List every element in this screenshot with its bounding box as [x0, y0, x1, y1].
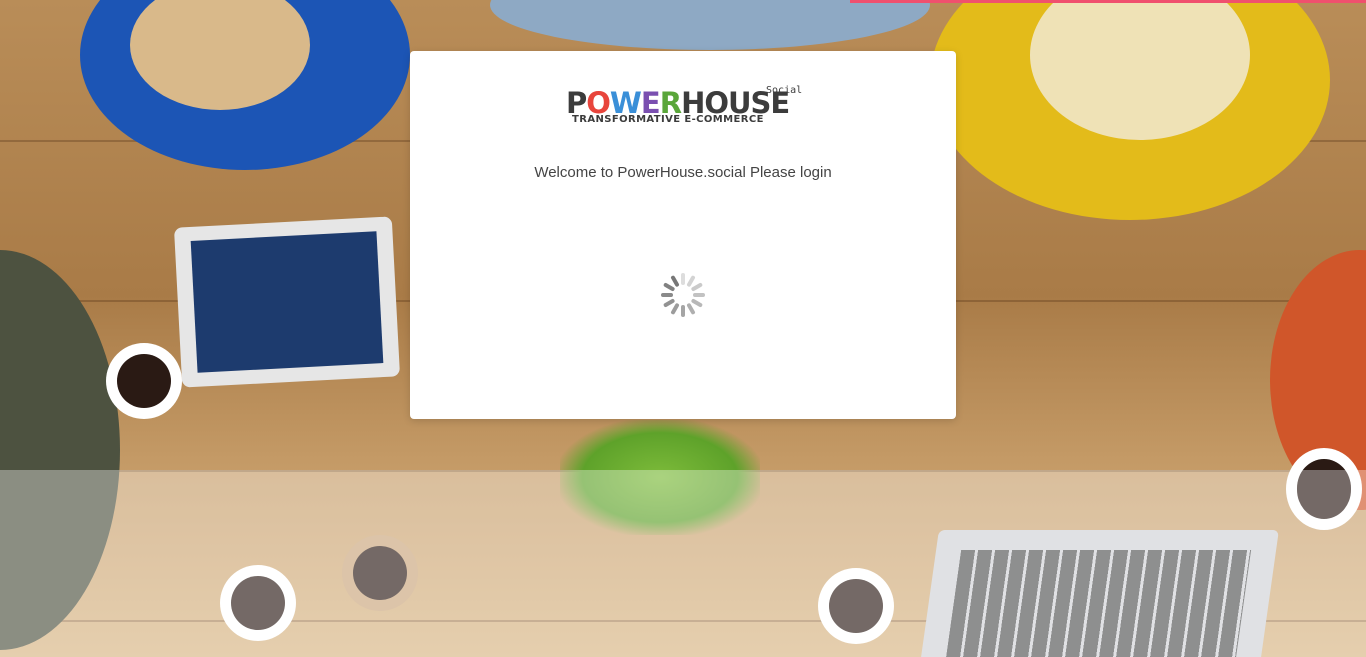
loading-spinner-icon: [661, 273, 705, 317]
background-fade: [0, 470, 1366, 657]
logo-suffix: .Social: [760, 85, 803, 96]
top-accent-bar: [850, 0, 1366, 3]
powerhouse-logo[interactable]: POWERHOUSE TRANSFORMATIVE E-COMMERCE .So…: [566, 84, 806, 129]
welcome-message: Welcome to PowerHouse.social Please logi…: [534, 164, 832, 181]
spinner-segment: [681, 273, 685, 285]
login-card: POWERHOUSE TRANSFORMATIVE E-COMMERCE .So…: [410, 51, 956, 419]
spinner-segment: [681, 305, 685, 317]
spinner-segment: [693, 293, 705, 297]
logo-tagline: TRANSFORMATIVE E-COMMERCE: [572, 114, 764, 125]
spinner-segment: [670, 302, 680, 316]
spinner-segment: [661, 293, 673, 297]
spinner-segment: [690, 282, 704, 292]
spinner-segment: [690, 298, 704, 308]
spinner-segment: [686, 302, 696, 316]
